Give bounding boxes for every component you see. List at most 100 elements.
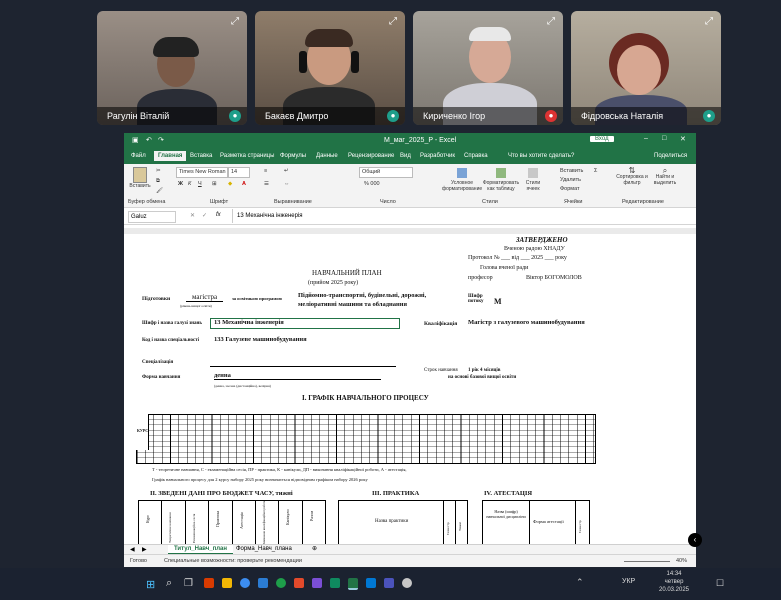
search-icon[interactable]: ⌕ (166, 577, 172, 590)
save-icon[interactable]: ▣ (132, 136, 139, 144)
tab-file[interactable]: Файл (131, 153, 146, 159)
format-table-button[interactable]: Форматировать как таблицу (482, 168, 520, 192)
sheet-tab-form[interactable]: Форма_Навч_плана (236, 546, 292, 552)
app-icon-1[interactable] (204, 578, 214, 588)
app-icon-2[interactable] (222, 578, 232, 588)
lang-indicator[interactable]: УКР (622, 578, 635, 585)
app-icon-10[interactable] (366, 578, 376, 588)
app-icon-7[interactable] (312, 578, 322, 588)
mic-muted-icon: ● (545, 110, 557, 122)
format-painter-icon[interactable]: 🖌 (156, 188, 163, 194)
prev-sheet-icon[interactable]: ◀ (130, 546, 135, 553)
app-icon-11[interactable] (384, 578, 394, 588)
accessibility-status[interactable]: Специальные возможности: проверьте реком… (164, 558, 302, 564)
schedule-title: I. ГРАФІК НАВЧАЛЬНОГО ПРОЦЕСУ (302, 394, 429, 402)
participant-name: Кириченко Ігор (413, 107, 563, 125)
professor-label: професор (468, 275, 493, 281)
align-left-icon[interactable]: ☰ (264, 181, 269, 187)
wrap-text-icon[interactable]: ↵ (284, 168, 289, 174)
formula-input[interactable]: 13 Механічна інженерія (232, 209, 696, 223)
undo-icon[interactable]: ↶ (146, 136, 152, 144)
taskview-icon[interactable]: ❐ (184, 578, 193, 589)
program-label: за освітньою програмою (232, 296, 282, 301)
tab-home[interactable]: Главная (154, 151, 187, 161)
att-semester-header: Семестр (578, 520, 582, 533)
borders-icon[interactable]: ⊞ (212, 181, 217, 187)
app-icon-6[interactable] (294, 578, 304, 588)
participant-tile-3[interactable]: ⤢ Кириченко Ігор ● (413, 11, 563, 125)
tab-help[interactable]: Справка (464, 153, 488, 159)
app-icon-12[interactable] (402, 578, 412, 588)
bold-button[interactable]: Ж (178, 181, 183, 187)
insert-cells-button[interactable]: Вставить (560, 168, 583, 174)
expand-icon[interactable]: ⤢ (387, 16, 399, 28)
find-select-button[interactable]: ⌕ Найти и выделить (650, 167, 680, 187)
font-name-select[interactable]: Times New Roman (176, 167, 228, 178)
app-icon-8[interactable] (330, 578, 340, 588)
tab-developer[interactable]: Разработчик (420, 153, 455, 159)
expand-icon[interactable]: ⤢ (229, 16, 241, 28)
expand-icon[interactable]: ⤢ (703, 16, 715, 28)
side-collapse-button[interactable]: ‹ (688, 533, 702, 547)
notifications-icon[interactable]: ☐ (716, 578, 724, 589)
merge-icon[interactable]: ⇔ (284, 181, 290, 187)
font-size-select[interactable]: 14 (228, 167, 250, 178)
app-icon-4[interactable] (258, 578, 268, 588)
worksheet[interactable]: ЗАТВЕРДЖЕНО Вченою радою ХНАДУ Протокол … (124, 234, 696, 548)
maximize-icon[interactable]: □ (662, 135, 666, 142)
format-cells-button[interactable]: Формат (560, 186, 580, 192)
mic-icon: ● (229, 110, 241, 122)
tab-page-layout[interactable]: Разметка страницы (220, 153, 274, 159)
share-button[interactable]: Поделиться (654, 153, 687, 159)
tray-arrow-icon[interactable]: ⌃ (576, 577, 584, 588)
sum-icon[interactable]: Σ (594, 168, 597, 174)
redo-icon[interactable]: ↷ (158, 136, 164, 144)
cond-format-button[interactable]: Условное форматирование (442, 168, 482, 192)
participant-tile-1[interactable]: ⤢ Рагулін Віталій ● (97, 11, 247, 125)
cancel-icon[interactable]: ✕ (190, 212, 195, 219)
cell-styles-button[interactable]: Стили ячеек (522, 168, 544, 192)
next-sheet-icon[interactable]: ▶ (142, 546, 147, 553)
copy-icon[interactable]: ⧉ (156, 178, 160, 185)
qual-value: Магістр з галузевого машинобудування (468, 319, 585, 326)
app-icon-5[interactable] (276, 578, 286, 588)
app-icon-3[interactable] (240, 578, 250, 588)
add-sheet-icon[interactable]: ⊕ (312, 545, 317, 552)
tab-review[interactable]: Рецензирование (348, 153, 394, 159)
font-color-icon[interactable]: A (242, 181, 246, 187)
participant-tile-2[interactable]: ⤢ Бакаєв Дмитро ● (255, 11, 405, 125)
enter-icon[interactable]: ✓ (202, 212, 207, 219)
start-icon[interactable]: ⊞ (146, 578, 155, 591)
participant-tile-4[interactable]: ⤢ Фідровська Наталія ● (571, 11, 721, 125)
clock[interactable]: 14:34 четвер 20.03.2025 (644, 570, 704, 594)
sort-filter-button[interactable]: ⇅ Сортировка и фильтр (616, 167, 648, 187)
tell-me-input[interactable]: Что вы хотите сделать? (508, 153, 574, 159)
percent-icon[interactable]: % 000 (364, 181, 380, 187)
italic-button[interactable]: К (188, 181, 191, 187)
program-value: Підйомно-транспортні, будівельні, дорожн… (298, 292, 427, 308)
zoom-slider[interactable] (624, 561, 670, 562)
excel-taskbar-icon[interactable] (348, 578, 358, 590)
cond-format-icon (457, 168, 467, 178)
name-box[interactable]: Galuz (128, 211, 176, 223)
semester-header: Семестр (446, 522, 450, 535)
schedule-course-cell: КУРС (136, 414, 149, 450)
budget-col-thesis: Виконання кваліфікаційної роботи (256, 501, 280, 547)
delete-cells-button[interactable]: Удалить (560, 177, 581, 183)
fill-color-icon[interactable]: ◆ (228, 181, 232, 187)
tab-formulas[interactable]: Формулы (280, 153, 306, 159)
close-icon[interactable]: ✕ (680, 135, 686, 143)
tab-insert[interactable]: Вставка (190, 153, 212, 159)
tab-view[interactable]: Вид (400, 153, 411, 159)
cut-icon[interactable]: ✂ (156, 168, 161, 174)
minimize-icon[interactable]: – (644, 135, 648, 142)
tab-data[interactable]: Данные (316, 153, 338, 159)
align-top-icon[interactable]: ≡ (264, 168, 267, 174)
group-clipboard: Буфер обмена (128, 199, 166, 205)
function-icon[interactable]: fx (216, 212, 221, 218)
number-format-select[interactable]: Общий (359, 167, 413, 178)
underline-button[interactable]: Ч (198, 181, 202, 187)
expand-icon[interactable]: ⤢ (545, 16, 557, 28)
paste-button[interactable]: Вставить (128, 167, 152, 189)
signin-button[interactable]: Вход (590, 136, 614, 142)
